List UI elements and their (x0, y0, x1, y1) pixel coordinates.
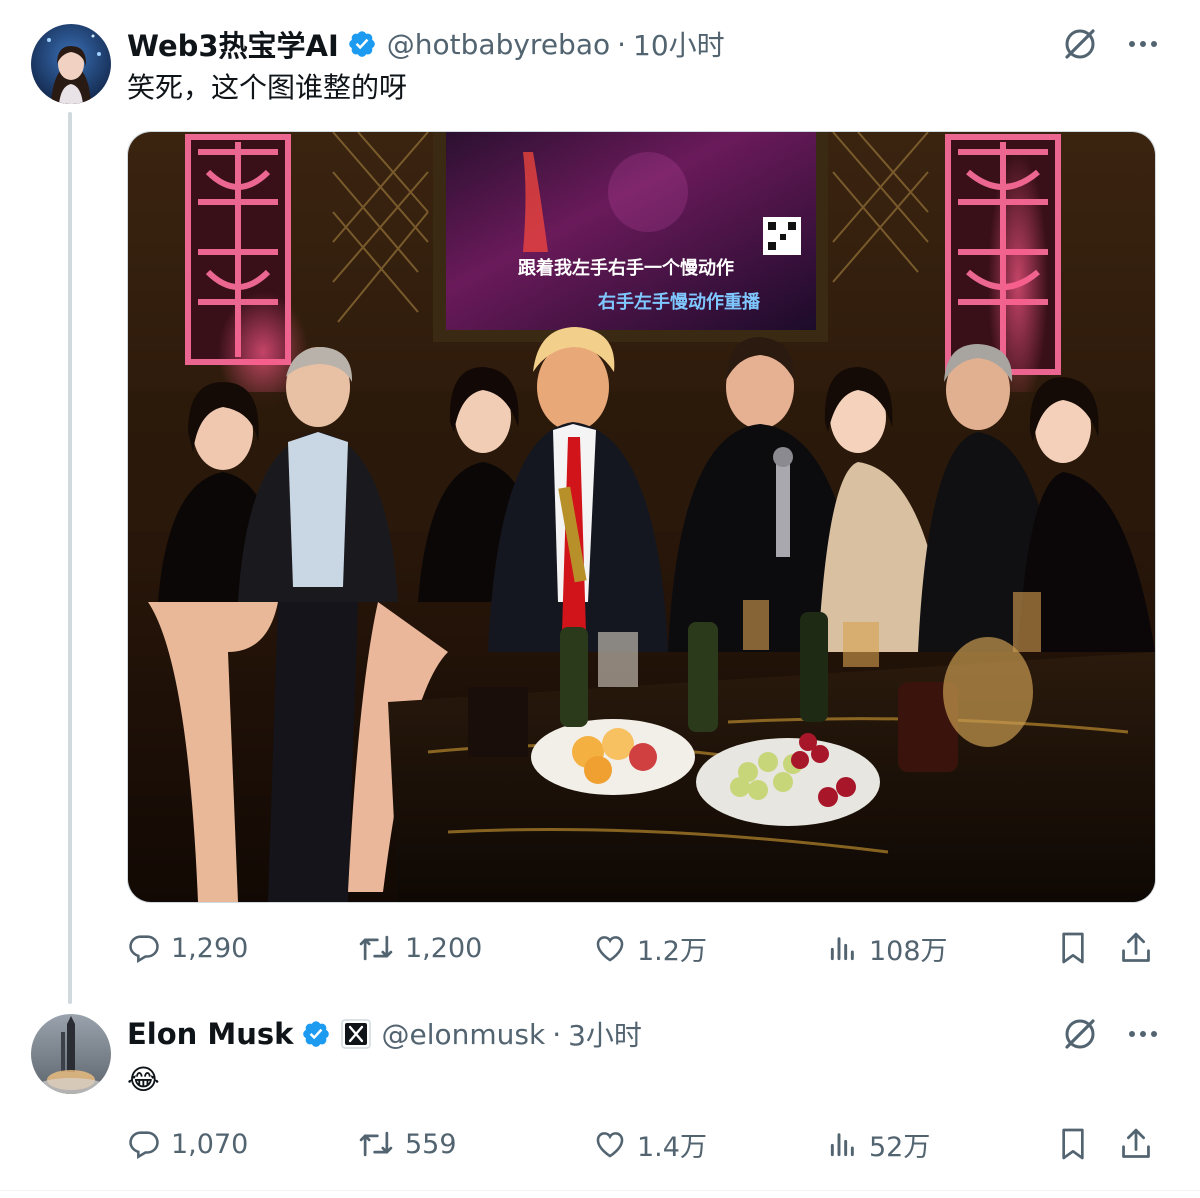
author-avatar[interactable] (31, 24, 111, 104)
like-button[interactable]: 1.2万 (593, 926, 707, 970)
reply-top-actions (1060, 1014, 1160, 1054)
bottle-1 (560, 627, 588, 727)
grok-icon[interactable] (1060, 1014, 1100, 1054)
reply-action-bar: 1,070 559 1.4万 52万 (127, 1122, 1157, 1166)
like-icon (596, 1132, 624, 1158)
like-icon (596, 936, 624, 962)
post-text: 笑死，这个图谁整的呀 (127, 71, 408, 104)
repost-icon (359, 935, 393, 961)
bookmark-button[interactable] (1057, 926, 1089, 970)
tissue-box (468, 687, 528, 757)
repost-count: 559 (405, 1128, 457, 1160)
post-timestamp[interactable]: 10小时 (633, 24, 725, 64)
bottom-divider (0, 1190, 1200, 1191)
reply-count: 1,070 (171, 1128, 249, 1160)
reply-icon (129, 1131, 159, 1160)
reply-author-handle[interactable]: @elonmusk (381, 1018, 545, 1051)
views-count: 108万 (869, 935, 948, 967)
share-button[interactable] (1119, 926, 1153, 970)
thread-line (68, 112, 72, 1004)
bottle-2 (688, 622, 718, 732)
share-icon (1122, 932, 1150, 962)
views-count: 52万 (869, 1131, 931, 1163)
author-name[interactable]: Web3热宝学AI (127, 23, 339, 65)
reply-icon (129, 935, 159, 964)
gold-ornament (943, 637, 1033, 747)
share-button[interactable] (1119, 1122, 1153, 1166)
reply-timestamp[interactable]: 3小时 (568, 1014, 642, 1054)
views-button[interactable]: 108万 (827, 926, 948, 970)
more-icon[interactable] (1126, 27, 1160, 61)
post-action-bar: 1,290 1,200 1.2万 108万 (127, 926, 1157, 970)
like-count: 1.4万 (637, 1131, 707, 1163)
separator-dot: · (552, 1017, 562, 1051)
tv-lyric-line-1: 跟着我左手右手一个慢动作 (518, 257, 734, 279)
bottle-3 (800, 612, 828, 722)
post-header: Web3热宝学AI @hotbabyrebao · 10小时 (127, 22, 725, 66)
views-icon (830, 937, 854, 961)
author-handle[interactable]: @hotbabyrebao (387, 28, 610, 61)
like-count: 1.2万 (637, 935, 707, 967)
repost-icon (359, 1131, 393, 1157)
reply-button[interactable]: 1,070 (127, 1122, 248, 1166)
repost-button[interactable]: 559 (357, 1122, 457, 1166)
reply-text: 😂 (127, 1063, 160, 1096)
more-icon[interactable] (1126, 1017, 1160, 1051)
views-icon (830, 1133, 854, 1157)
reply-button[interactable]: 1,290 (127, 926, 248, 970)
grok-icon[interactable] (1060, 24, 1100, 64)
tv-lyric-line-2: 右手左手慢动作重播 (598, 291, 761, 313)
reply-author-name[interactable]: Elon Musk (127, 1017, 293, 1051)
like-button[interactable]: 1.4万 (593, 1122, 707, 1166)
reply-author-avatar[interactable] (31, 1014, 111, 1094)
share-icon (1122, 1128, 1150, 1158)
separator-dot: · (617, 27, 627, 61)
post-top-actions (1060, 24, 1160, 64)
verified-badge-icon (301, 1019, 331, 1049)
bookmark-icon (1062, 932, 1084, 964)
bookmark-button[interactable] (1057, 1122, 1089, 1166)
reply-header: Elon Musk @elonmusk · 3小时 (127, 1012, 642, 1056)
bookmark-icon (1062, 1128, 1084, 1160)
x-affiliate-badge-icon[interactable] (341, 1019, 372, 1049)
post-media-image[interactable]: 跟着我左手右手一个慢动作 右手左手慢动作重播 (127, 131, 1156, 903)
repost-count: 1,200 (405, 932, 483, 964)
reply-count: 1,290 (171, 932, 249, 964)
verified-badge-icon (347, 29, 377, 59)
views-button[interactable]: 52万 (827, 1122, 930, 1166)
repost-button[interactable]: 1,200 (357, 926, 482, 970)
